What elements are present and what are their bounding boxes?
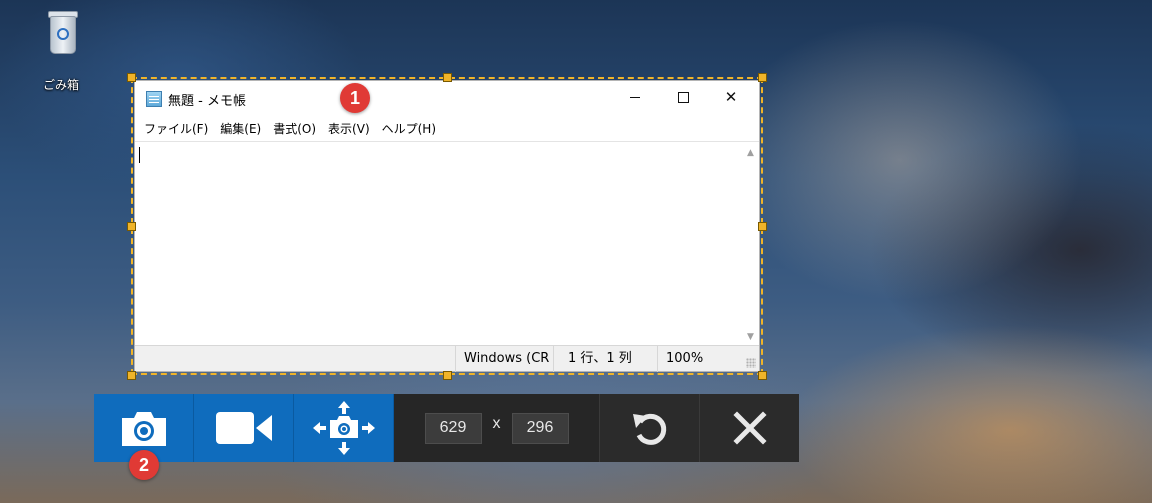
capture-size-panel: 629 x 296 [394, 394, 599, 462]
close-icon [732, 411, 767, 445]
video-camera-icon [215, 412, 272, 444]
reset-button[interactable] [599, 394, 699, 462]
step-marker-1: 1 [340, 83, 370, 113]
move-selection-button[interactable] [294, 394, 394, 462]
undo-icon [632, 413, 666, 445]
record-video-button[interactable] [194, 394, 294, 462]
step-marker-2: 2 [129, 450, 159, 480]
recycle-bin-icon [46, 8, 78, 54]
width-input[interactable]: 629 [424, 412, 482, 444]
move-camera-icon [312, 401, 375, 455]
capture-selection-frame[interactable] [131, 77, 763, 375]
selection-handle-bottom-left[interactable] [127, 371, 136, 380]
selection-handle-top-right[interactable] [758, 73, 767, 82]
selection-handle-bottom-right[interactable] [758, 371, 767, 380]
selection-handle-middle-right[interactable] [758, 222, 767, 231]
selection-handle-top-left[interactable] [127, 73, 136, 82]
recycle-bin-label: ごみ箱 [42, 78, 79, 92]
selection-handle-bottom-center[interactable] [443, 371, 452, 380]
selection-handle-top-center[interactable] [443, 73, 452, 82]
cancel-capture-button[interactable] [699, 394, 799, 462]
selection-handle-middle-left[interactable] [127, 222, 136, 231]
recycle-bin-shortcut[interactable]: ごみ箱 [28, 8, 94, 93]
height-input[interactable]: 296 [511, 412, 569, 444]
camera-icon [121, 412, 166, 446]
size-separator: x [492, 415, 501, 432]
capture-toolbar: 629 x 296 [94, 394, 799, 462]
